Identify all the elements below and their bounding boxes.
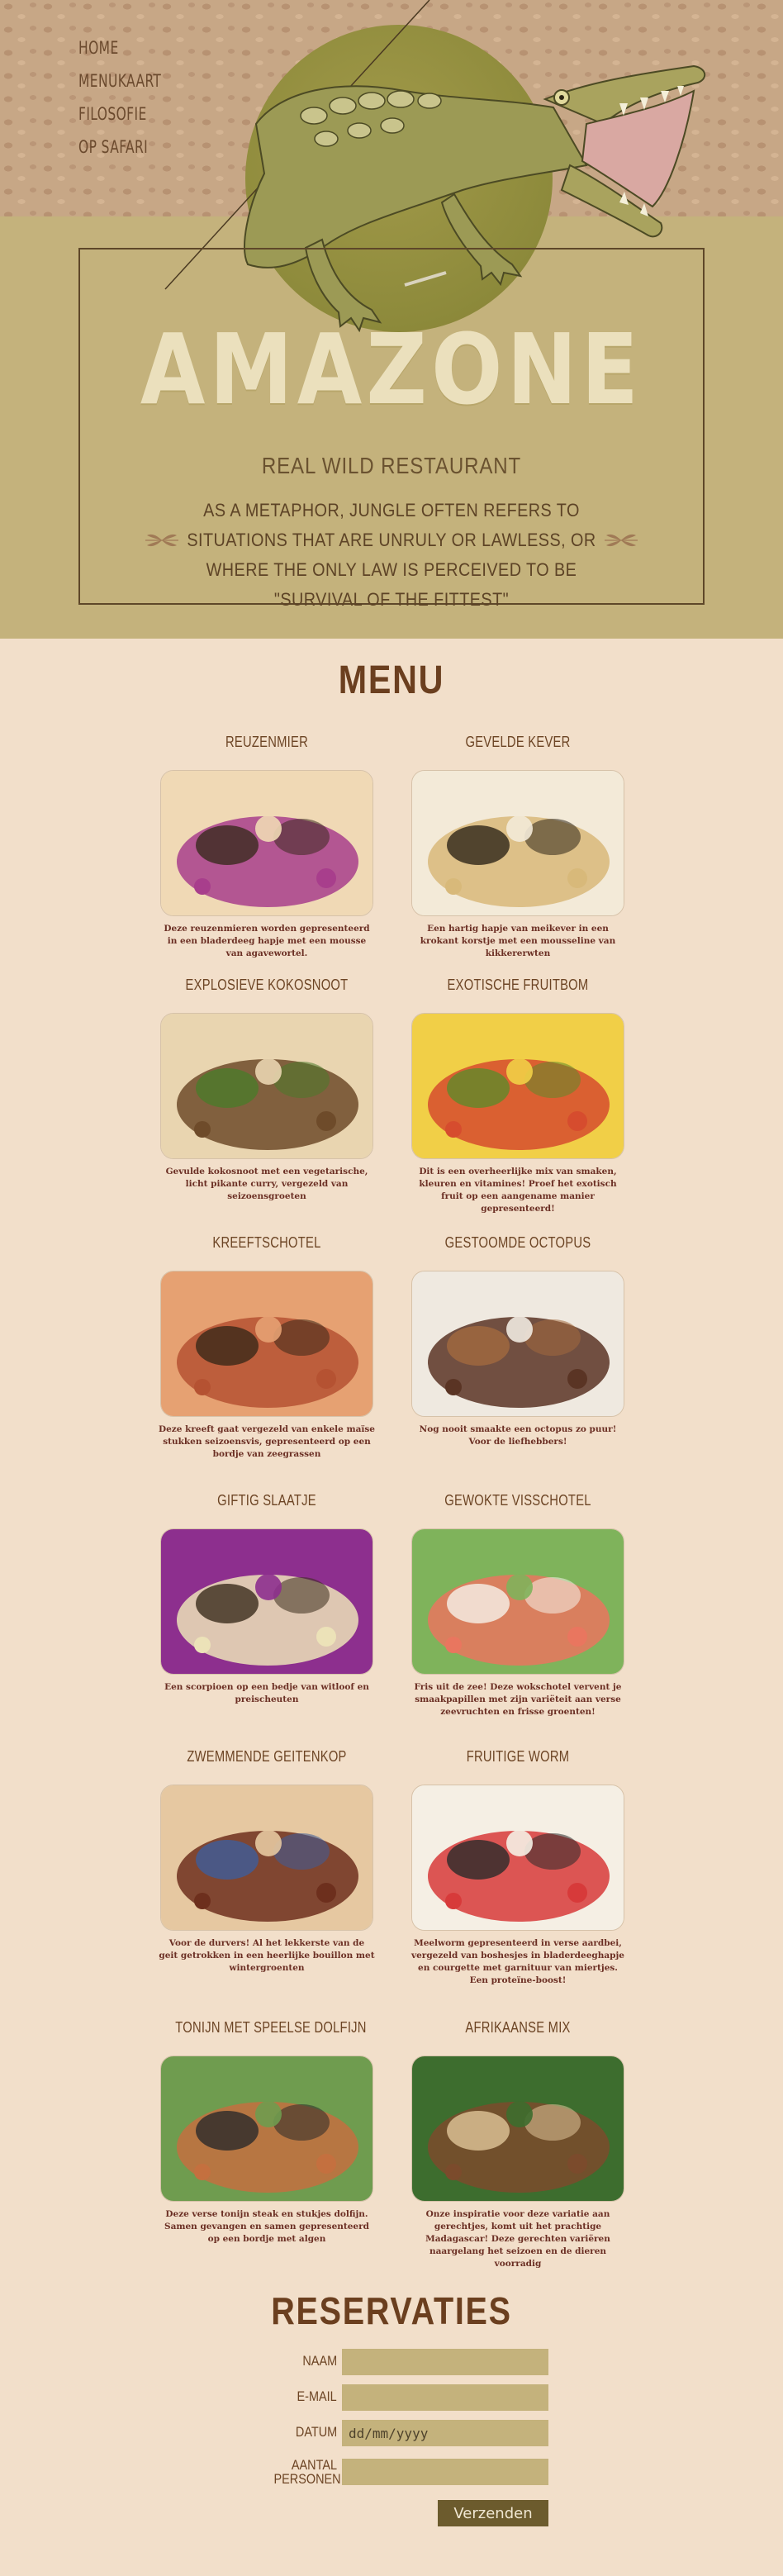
reservations-heading: RESERVATIES: [271, 2289, 512, 2332]
dish-photo: [160, 2056, 373, 2202]
nav-item-home: HOME: [78, 38, 179, 58]
dish-description: Een scorpioen op een bedje van witloof e…: [164, 1682, 369, 1704]
email-label: E-MAIL: [297, 2388, 337, 2404]
hero-title: AMAZONE: [140, 312, 643, 426]
menu-dish: GEVELDE KEVER Een hartig hapje van meikev…: [406, 734, 629, 960]
nav-item-menukaart: MENUKAART: [78, 71, 179, 91]
menu-dish: REUZENMIER Deze reuzenmieren worden gepre…: [155, 734, 378, 960]
dish-name: KREEFTSCHOTEL: [212, 1234, 321, 1251]
dish-photo: [160, 1271, 373, 1417]
nav-link-op-safari[interactable]: OP SAFARI: [78, 137, 161, 157]
dish-description: Deze verse tonijn steak en stukjes dolfi…: [164, 2209, 369, 2244]
dish-name: GEWOKTE VISSCHOTEL: [444, 1492, 591, 1509]
dish-name: AFRIKAANSE MIX: [465, 2019, 571, 2036]
dish-photo: [160, 770, 373, 916]
dish-photo: [411, 2056, 624, 2202]
reservation-row-name: NAAM: [248, 2349, 553, 2377]
dish-description: Fris uit de zee! Deze wokschotel vervent…: [414, 1682, 622, 1717]
dish-description: Deze kreeft gaat vergezeld van enkele ma…: [159, 1424, 375, 1459]
dish-photo: [411, 1528, 624, 1675]
reservation-row-persons: AANTAL PERSONEN: [248, 2457, 553, 2487]
dish-description: Dit is een overheerlijke mix van smaken,…: [419, 1167, 617, 1214]
menu-dish: GIFTIG SLAATJE Een scorpioen op een bedje…: [155, 1492, 378, 1706]
menu-dish: ZWEMMENDE GEITENKOP Voor de durvers! Al h…: [155, 1748, 378, 1975]
dish-photo: [411, 770, 624, 916]
dish-photo: [411, 1271, 624, 1417]
dish-description: Een hartig hapje van meikever in een kro…: [420, 924, 616, 958]
dish-description: Gevulde kokosnoot met een vegetarische, …: [165, 1167, 368, 1201]
name-label: NAAM: [302, 2353, 337, 2369]
persons-label: AANTAL PERSONEN: [273, 2457, 341, 2487]
dish-name: REUZENMIER: [225, 734, 309, 750]
reservation-row-date: DATUM: [248, 2420, 553, 2448]
email-input[interactable]: [342, 2384, 548, 2411]
submit-button[interactable]: Verzenden: [438, 2500, 548, 2526]
dish-name: GEVELDE KEVER: [465, 734, 571, 750]
dish-description: Meelworm gepresenteerd in verse aardbei,…: [411, 1938, 624, 1985]
dish-name: GIFTIG SLAATJE: [217, 1492, 316, 1509]
dish-name: EXOTISCHE FRUITBOM: [447, 977, 589, 993]
dish-photo: [160, 1013, 373, 1159]
dish-name: FRUITIGE WORM: [466, 1748, 570, 1765]
dish-name: ZWEMMENDE GEITENKOP: [187, 1748, 347, 1765]
hero-subtitle: REAL WILD RESTAURANT: [261, 453, 522, 478]
menu-dish: TONIJN MET SPEELSE DOLFIJN Deze verse ton…: [155, 2019, 378, 2246]
dish-description: Nog nooit smaakte een octopus zo puur! V…: [419, 1424, 617, 1447]
dish-photo: [411, 1785, 624, 1931]
persons-input[interactable]: [342, 2459, 548, 2485]
menu-dish: FRUITIGE WORM Meelworm gepresenteerd in v…: [406, 1748, 629, 1987]
nav-item-op-safari: OP SAFARI: [78, 137, 179, 157]
nav-link-home[interactable]: HOME: [78, 38, 161, 58]
leaf-ornament-icon: [145, 534, 178, 547]
dish-name: EXPLOSIEVE KOKOSNOOT: [185, 977, 349, 993]
dish-description: Onze inspiratie voor deze variatie aan g…: [425, 2209, 610, 2269]
reservation-row-email: E-MAIL: [248, 2384, 553, 2412]
menu-dish: EXOTISCHE FRUITBOM Dit is een overheerlij…: [406, 977, 629, 1215]
date-label: DATUM: [295, 2424, 337, 2440]
main-nav: HOME MENUKAART FILOSOFIE OP SAFARI: [78, 38, 179, 170]
name-input[interactable]: [342, 2349, 548, 2375]
menu-dish: KREEFTSCHOTEL Deze kreeft gaat vergezeld …: [155, 1234, 378, 1461]
menu-dish: GEWOKTE VISSCHOTEL Fris uit de zee! Deze …: [406, 1492, 629, 1718]
dish-description: Deze reuzenmieren worden gepresenteerd i…: [164, 924, 370, 958]
nav-link-menukaart[interactable]: MENUKAART: [78, 71, 161, 91]
hero-quote: AS A METAPHOR, JUNGLE OFTEN REFERS TO SI…: [187, 500, 596, 610]
menu-heading: MENU: [338, 658, 445, 702]
menu-dish: GESTOOMDE OCTOPUS Nog nooit smaakte een o…: [406, 1234, 629, 1448]
nav-item-filosofie: FILOSOFIE: [78, 104, 179, 124]
menu-dish: EXPLOSIEVE KOKOSNOOT Gevulde kokosnoot me…: [155, 977, 378, 1203]
dish-description: Voor de durvers! Al het lekkerste van de…: [159, 1938, 375, 1973]
date-input[interactable]: [342, 2420, 548, 2446]
dish-photo: [160, 1528, 373, 1675]
menu-dish: AFRIKAANSE MIX Onze inspiratie voor deze …: [406, 2019, 629, 2270]
dish-photo: [411, 1013, 624, 1159]
dish-name: GESTOOMDE OCTOPUS: [444, 1234, 591, 1251]
nav-link-filosofie[interactable]: FILOSOFIE: [78, 104, 161, 124]
dish-photo: [160, 1785, 373, 1931]
hero-banner: HOME MENUKAART FILOSOFIE OP SAFARI AMAZO…: [0, 0, 783, 639]
dish-name: TONIJN MET SPEELSE DOLFIJN: [175, 2019, 367, 2036]
leaf-ornament-icon: [605, 534, 638, 547]
